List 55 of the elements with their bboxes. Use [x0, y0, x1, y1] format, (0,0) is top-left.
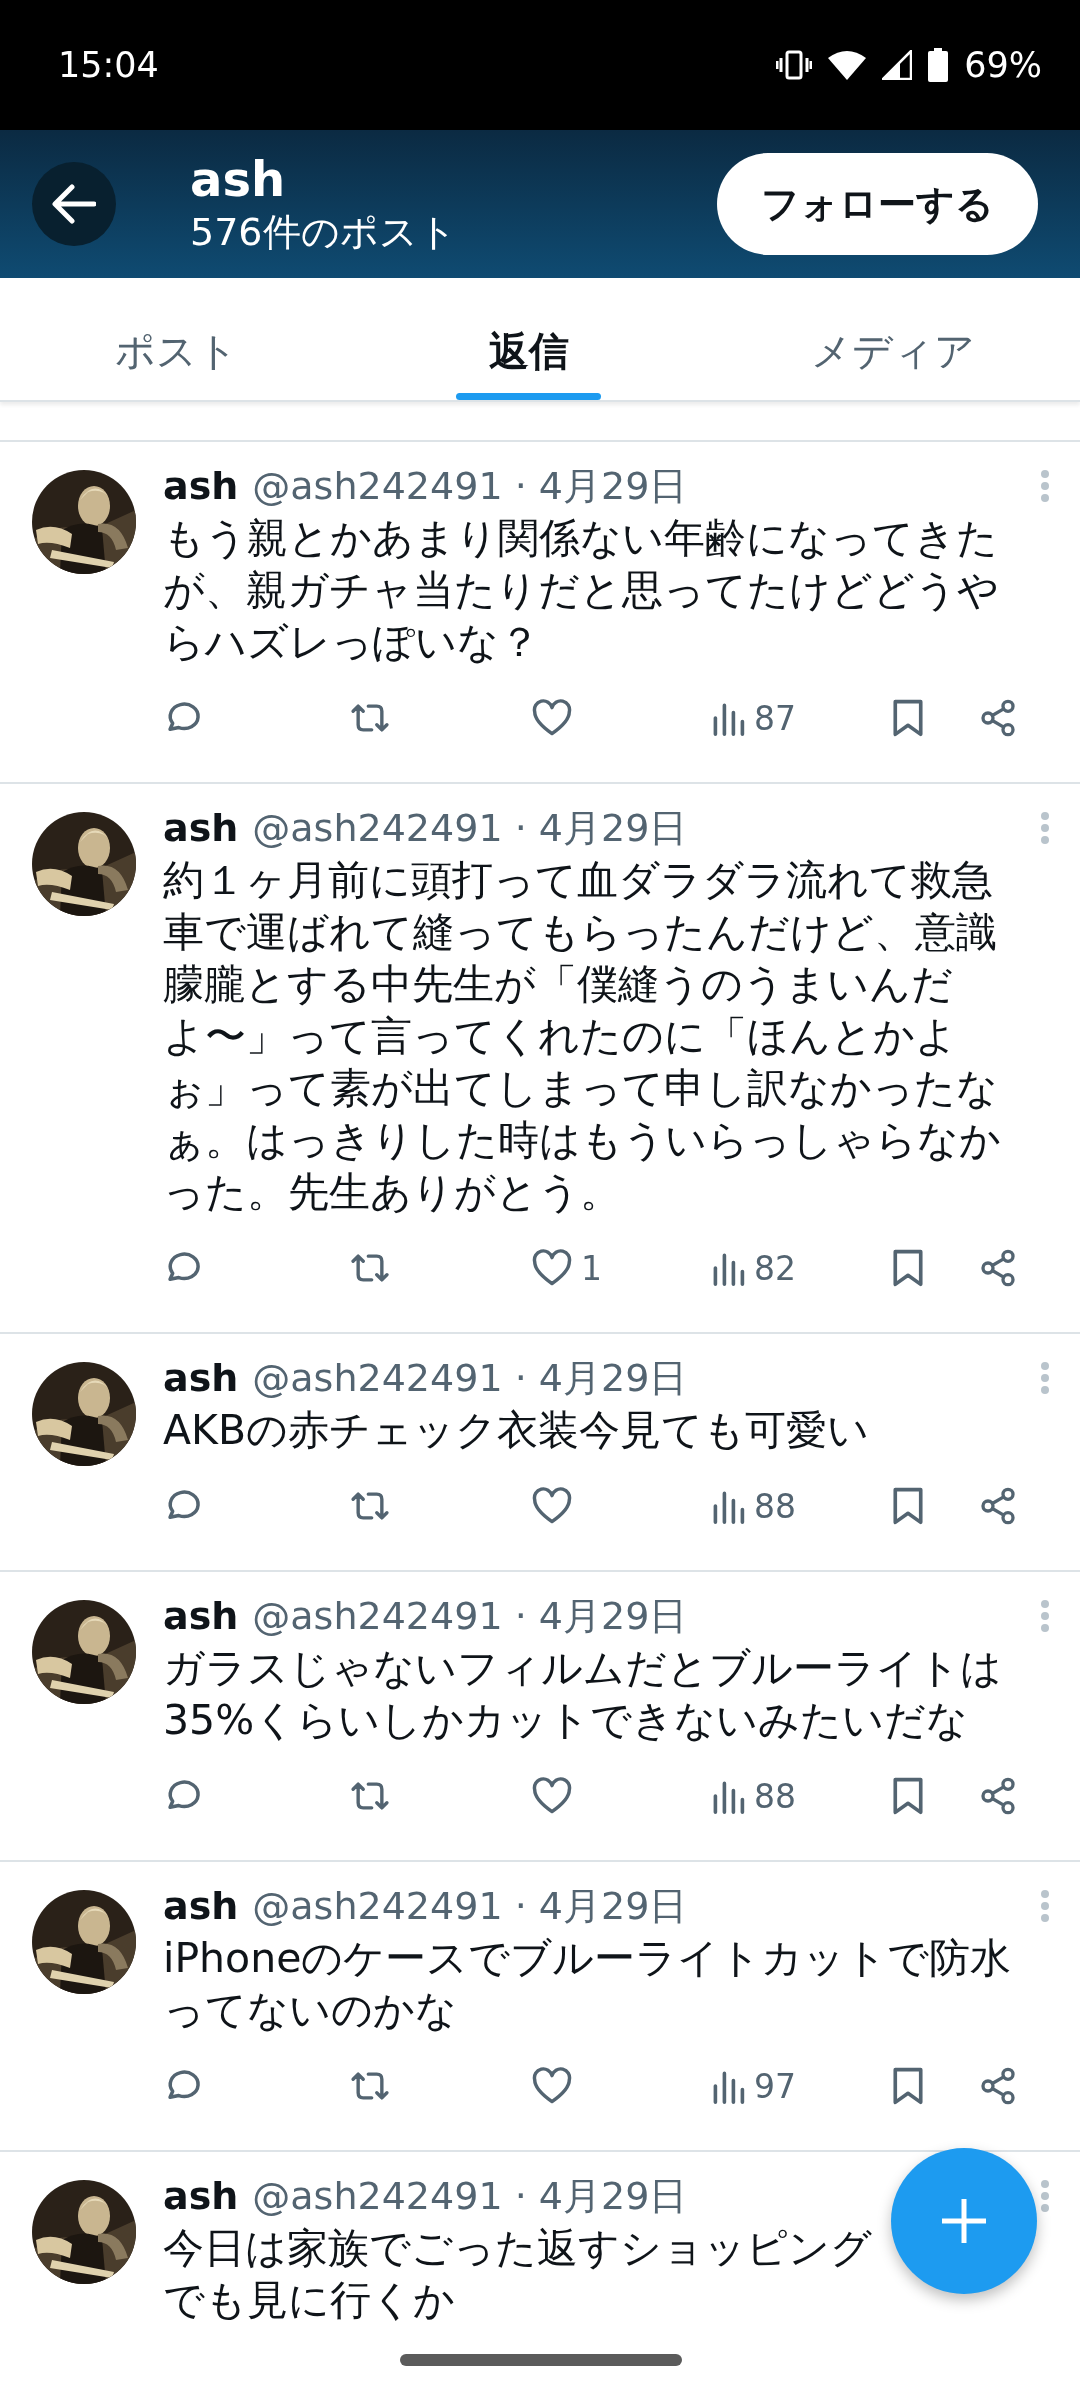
share-icon[interactable] — [978, 1486, 1018, 1526]
view-count: 82 — [754, 1248, 796, 1288]
like-icon[interactable] — [531, 2067, 573, 2105]
vibrate-icon — [776, 49, 813, 81]
battery-icon — [928, 48, 949, 82]
like-icon[interactable] — [531, 1777, 573, 1815]
post-text: もう親とかあまり関係ない年齢になってきたが、親ガチャ当たりだと思ってたけどどうやらハズレっぽいな？ — [163, 513, 1000, 668]
post-text-line: 今日は家族でごった返すショッピング — [163, 2223, 873, 2274]
battery-percent: 69% — [964, 45, 1042, 85]
tab[interactable]: 返信 — [352, 278, 705, 400]
view-count: 88 — [754, 1776, 796, 1816]
compose-button[interactable] — [891, 2148, 1037, 2294]
bookmark-icon[interactable] — [891, 1248, 925, 1288]
author-name: ash — [163, 806, 239, 850]
author-name: ash — [163, 1884, 239, 1928]
like-count: 1 — [581, 1248, 602, 1288]
share-icon[interactable] — [978, 2066, 1018, 2106]
view-count: 88 — [754, 1486, 796, 1526]
wifi-icon — [828, 50, 867, 80]
share-icon[interactable] — [978, 1776, 1018, 1816]
post-text-line: でも見に行くか — [163, 2275, 456, 2326]
plus-icon — [940, 2197, 988, 2245]
signal-icon — [882, 50, 913, 80]
author-name: ash — [163, 464, 239, 508]
post-text: AKBの赤チェック衣装今見ても可愛い — [163, 1405, 871, 1456]
bookmark-icon[interactable] — [891, 698, 925, 738]
post-meta: @ash242491 · 4月29日 — [252, 462, 688, 510]
post-meta: @ash242491 · 4月29日 — [252, 1592, 688, 1640]
share-icon[interactable] — [978, 698, 1018, 738]
like-icon[interactable] — [531, 1487, 573, 1525]
back-icon — [52, 184, 96, 224]
share-icon[interactable] — [978, 1248, 1018, 1288]
status-time: 15:04 — [58, 45, 159, 85]
post-text: 約１ヶ月前に頭打って血ダラダラ流れて救急車で運ばれて縫ってもらったんだけど、意識朦朧とする中先生が「僕縫うのうまいんだよ〜」って言ってくれたのに「ほんとかよぉ」って素が出てしまって申し訳なかったなぁ。はっきりした時はもういらっしゃらなかった。先生ありがとう。 — [163, 855, 1002, 1218]
like-icon[interactable] — [531, 699, 573, 737]
profile-name: ash — [190, 151, 287, 207]
follow-button[interactable]: フォローする — [717, 153, 1038, 255]
tab[interactable]: ポスト — [0, 278, 352, 400]
post-text: ガラスじゃないフィルムだとブルーライトは35%くらいしかカットできないみたいだな — [163, 1643, 1003, 1746]
view-count: 87 — [754, 698, 796, 738]
post-count: 576件のポスト — [190, 209, 458, 256]
post-meta: @ash242491 · 4月29日 — [252, 1354, 688, 1402]
author-name: ash — [163, 1594, 239, 1638]
post-meta: @ash242491 · 4月29日 — [252, 1882, 688, 1930]
view-count: 97 — [754, 2066, 796, 2106]
bookmark-icon[interactable] — [891, 1776, 925, 1816]
author-name: ash — [163, 1356, 239, 1400]
post-text: iPhoneのケースでブルーライトカットで防水ってないのかな — [163, 1933, 1013, 2036]
author-name: ash — [163, 2174, 239, 2218]
post-meta: @ash242491 · 4月29日 — [252, 2172, 688, 2220]
bookmark-icon[interactable] — [891, 1486, 925, 1526]
tab[interactable]: メディア — [705, 278, 1080, 400]
post-meta: @ash242491 · 4月29日 — [252, 804, 688, 852]
like-icon[interactable] — [531, 1249, 573, 1287]
bookmark-icon[interactable] — [891, 2066, 925, 2106]
